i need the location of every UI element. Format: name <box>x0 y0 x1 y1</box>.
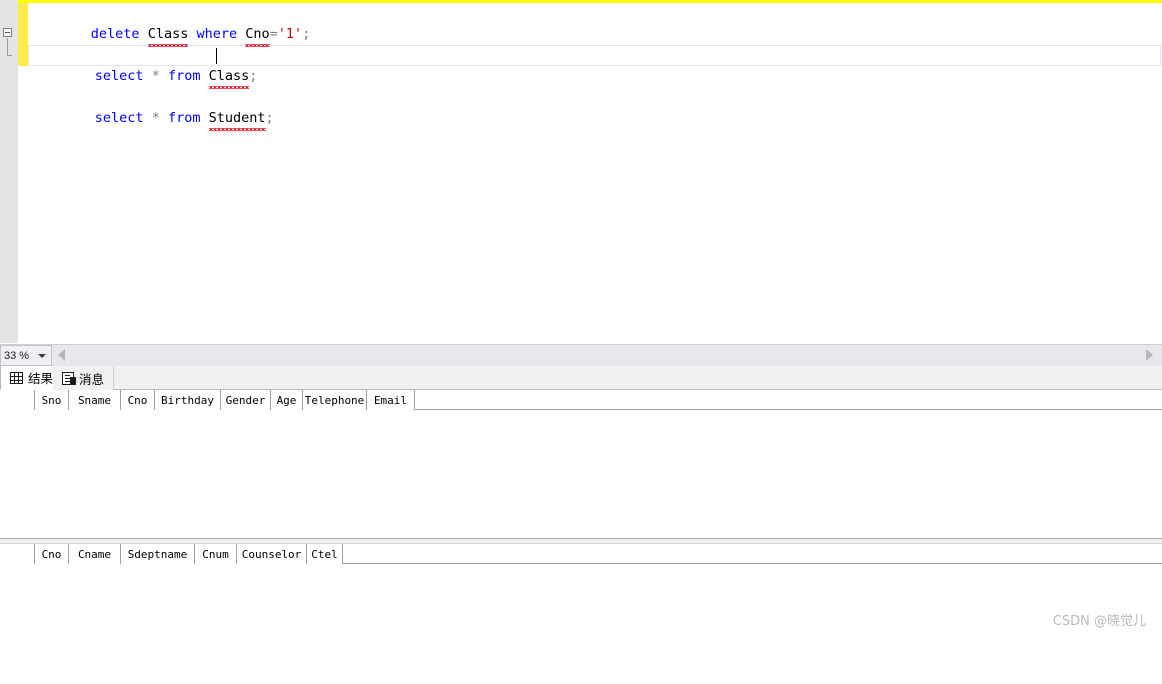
column-header-telephone[interactable]: Telephone <box>303 390 367 410</box>
code-line-1[interactable]: delete Class where Cno='1'; <box>28 3 1162 47</box>
tab-messages[interactable]: 消息 <box>53 366 115 390</box>
editor-gutter <box>0 3 18 343</box>
scroll-left-arrow-icon[interactable] <box>58 349 65 361</box>
column-header-cnum[interactable]: Cnum <box>195 544 237 564</box>
message-icon <box>62 371 76 385</box>
column-header-birthday[interactable]: Birthday <box>155 390 221 410</box>
space-7 <box>144 68 152 84</box>
sql-semicolon-2: ; <box>265 110 274 126</box>
column-header-cname[interactable]: Cname <box>69 544 121 564</box>
class-grid-body[interactable] <box>0 564 1162 684</box>
row-selector-column-header[interactable] <box>0 390 35 410</box>
editor-code-area[interactable]: delete Class where Cno='1'; select * fro… <box>3 3 1162 343</box>
sql-keyword-from-2: from <box>167 68 201 84</box>
sql-star-1: * <box>151 110 160 126</box>
column-header-sdeptname[interactable]: Sdeptname <box>121 544 195 564</box>
column-header-email[interactable]: Email <box>367 390 415 410</box>
text-caret <box>216 48 217 64</box>
space-8 <box>160 68 168 84</box>
sql-semicolon-3: ; <box>249 68 258 84</box>
scroll-right-arrow-icon[interactable] <box>1146 349 1153 361</box>
tab-results-label: 结果 <box>28 371 54 386</box>
row-selector-column-header-2[interactable] <box>0 544 35 564</box>
sql-keyword-select-2: select <box>94 68 144 84</box>
space-4 <box>144 110 152 126</box>
grid-icon <box>10 371 23 384</box>
space-9 <box>201 68 209 84</box>
column-header-gender[interactable]: Gender <box>221 390 271 410</box>
editor-change-bar <box>18 3 28 66</box>
sql-keyword-from-1: from <box>167 110 201 126</box>
code-line-3[interactable]: select * from Class; <box>28 45 1162 89</box>
fold-foot-line <box>7 55 12 56</box>
class-results-grid[interactable]: Cno Cname Sdeptname Cnum Counselor Ctel <box>0 544 1162 684</box>
column-header-ctel[interactable]: Ctel <box>307 544 343 564</box>
column-header-sname[interactable]: Sname <box>69 390 121 410</box>
zoom-level-dropdown[interactable]: 33 % <box>0 345 52 366</box>
collapse-fold-icon[interactable] <box>3 28 12 37</box>
space-6 <box>201 110 209 126</box>
column-header-age[interactable]: Age <box>271 390 303 410</box>
tab-messages-label: 消息 <box>79 371 105 387</box>
sql-keyword-select-1: select <box>94 110 144 126</box>
code-line-2[interactable]: select * from Student; <box>3 24 1162 131</box>
fold-stem-line <box>7 38 8 56</box>
sql-query-editor[interactable]: delete Class where Cno='1'; select * fro… <box>0 3 1162 343</box>
results-tab-bar[interactable]: 结果 消息 <box>0 366 1162 390</box>
chevron-down-icon[interactable] <box>38 353 46 358</box>
sql-identifier-class-2: Class <box>208 66 249 89</box>
editor-horizontal-scrollbar-row[interactable]: 33 % <box>0 344 1162 366</box>
class-grid-header-row: Cno Cname Sdeptname Cnum Counselor Ctel <box>0 544 1162 564</box>
sql-star-2: * <box>151 68 160 84</box>
sql-identifier-student: Student <box>208 108 266 131</box>
column-header-counselor[interactable]: Counselor <box>237 544 307 564</box>
zoom-level-value: 33 % <box>4 349 30 362</box>
csdn-watermark: CSDN @晓觉儿 <box>1052 614 1146 629</box>
student-grid-body[interactable] <box>0 410 1162 530</box>
column-header-cno[interactable]: Cno <box>121 390 155 410</box>
space-5 <box>160 110 168 126</box>
student-results-grid[interactable]: Sno Sname Cno Birthday Gender Age Telephone Ema… <box>0 390 1162 538</box>
column-header-sno[interactable]: Sno <box>35 390 69 410</box>
column-header-cno[interactable]: Cno <box>35 544 69 564</box>
student-grid-header-row: Sno Sname Cno Birthday Gender Age Telephone Ema… <box>0 390 1162 410</box>
